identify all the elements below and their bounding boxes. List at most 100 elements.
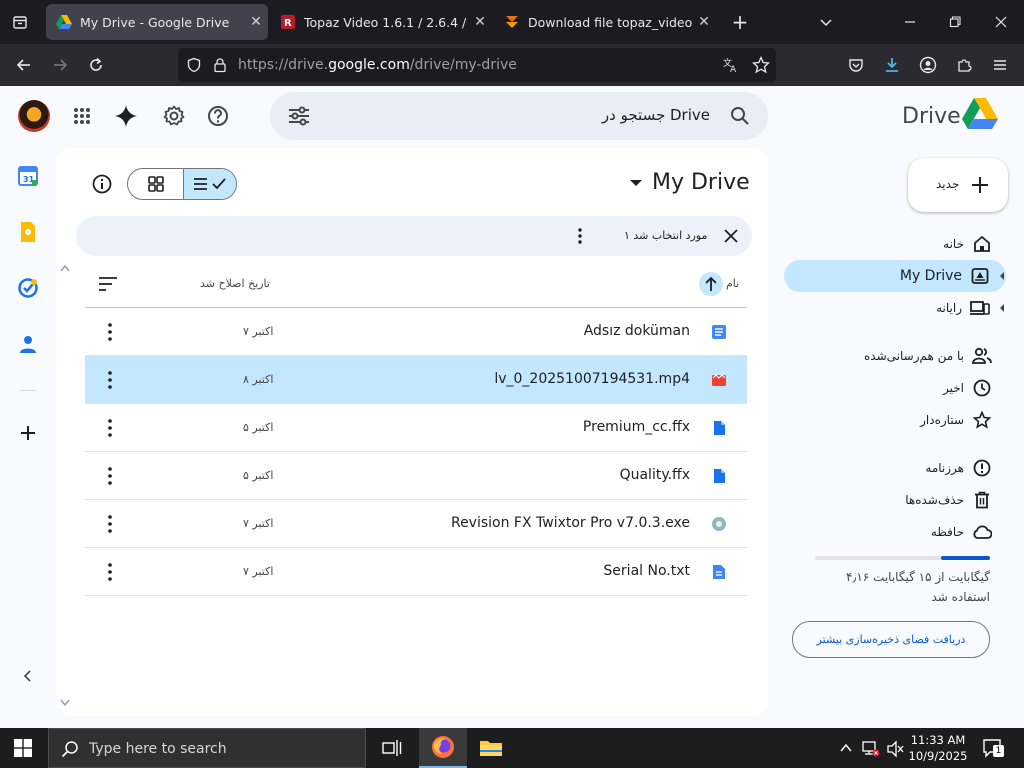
calendar-icon[interactable]: 31 [16,164,40,188]
search-bar[interactable]: جستجو در Drive [270,92,768,140]
sidebar-item-starred[interactable]: ستاره‌دار [784,404,1008,436]
task-view-icon[interactable] [368,728,416,768]
bookmark-star-icon[interactable] [752,56,770,74]
notifications-icon[interactable]: 1 [982,738,1004,758]
sidebar-item-trash[interactable]: حذف‌شده‌ها [784,484,1008,516]
keep-icon[interactable] [16,220,40,244]
tab-list-icon[interactable] [8,10,32,34]
more-actions-icon[interactable] [107,514,113,534]
new-tab-icon[interactable]: + [728,10,752,34]
gemini-sparkle-icon[interactable] [112,102,140,130]
file-name[interactable]: Serial No.txt [603,563,690,579]
search-input[interactable]: جستجو در Drive [602,106,710,124]
expand-caret-icon[interactable] [1000,304,1004,312]
new-button[interactable]: جدید [908,158,1008,212]
table-row[interactable]: ۸ اکتبر lv_0_20251007194531.mp4 [85,356,747,404]
info-icon[interactable] [92,174,114,196]
expand-caret-icon[interactable] [1000,272,1004,280]
more-actions-icon[interactable] [107,466,113,486]
tab-download-file[interactable]: Download file topaz_video_ai_3 ✕ [494,4,716,40]
sort-direction-button[interactable] [699,272,723,296]
downloads-icon[interactable] [880,53,904,77]
back-icon[interactable] [12,53,36,77]
sidebar-item-recent[interactable]: اخیر [784,372,1008,404]
more-actions-icon[interactable] [107,562,113,582]
file-name[interactable]: lv_0_20251007194531.mp4 [494,371,690,387]
table-row[interactable]: ۷ اکتبر Serial No.txt [85,548,747,596]
get-more-storage-button[interactable]: دریافت فضای ذخیره‌سازی بیشتر [792,621,990,658]
close-tab-icon[interactable]: ✕ [468,14,492,30]
column-header-name[interactable]: نام [726,277,739,290]
reload-icon[interactable] [84,53,108,77]
google-drive-logo-icon[interactable] [962,98,998,130]
restore-icon[interactable] [943,10,967,34]
volume-muted-icon[interactable] [886,740,904,758]
menu-icon[interactable] [988,53,1012,77]
pocket-icon[interactable] [844,53,868,77]
close-tab-icon[interactable]: ✕ [244,14,268,30]
tab-title: Download file topaz_video_ai_3 [528,14,692,30]
browser-nav-bar: https://drive.google.com/drive/my-drive … [0,44,1024,86]
sidebar-item-shared-with-me[interactable]: با من هم‌رسانی‌شده [784,340,1008,372]
chevron-down-icon[interactable] [814,10,838,34]
table-row[interactable]: ۷ اکتبر Revision FX Twixtor Pro v7.0.3.e… [85,500,747,548]
settings-gear-icon[interactable] [160,102,188,130]
sidebar-item-computers[interactable]: رایانه [784,292,1006,324]
sidebar-item-storage[interactable]: حافظه [784,516,1008,548]
tab-topaz-video[interactable]: R Topaz Video 1.6.1 / 2.6.4 / 3.0.1 ✕ [270,4,492,40]
title-dropdown-icon[interactable] [630,180,642,186]
more-actions-icon[interactable] [107,322,113,342]
scroll-down-icon[interactable] [59,698,71,708]
search-options-icon[interactable] [288,106,310,126]
close-tab-icon[interactable]: ✕ [692,14,716,30]
file-explorer-icon[interactable] [467,728,515,768]
list-view-button[interactable] [183,169,236,199]
sidebar-item-label: حذف‌شده‌ها [905,493,964,507]
modified-date: ۷ اکتبر [243,517,274,530]
sidebar-item-home[interactable]: خانه [784,228,1008,260]
apps-grid-icon[interactable] [68,102,96,130]
modified-date: ۷ اکتبر [243,325,274,338]
windows-start-icon[interactable] [14,739,32,757]
help-icon[interactable] [204,102,232,130]
table-row[interactable]: ۷ اکتبر Adsız doküman [85,308,747,356]
file-name[interactable]: Quality.ffx [620,467,690,483]
file-name[interactable]: Adsız doküman [584,323,690,339]
table-row[interactable]: ۵ اکتبر Quality.ffx [85,452,747,500]
collapse-panel-icon[interactable] [16,664,40,688]
extensions-icon[interactable] [952,53,976,77]
url-bar[interactable]: https://drive.google.com/drive/my-drive … [178,48,776,82]
chevron-up-icon[interactable] [838,740,854,756]
file-name[interactable]: Revision FX Twixtor Pro v7.0.3.exe [451,515,690,531]
contacts-icon[interactable] [16,332,40,356]
more-actions-icon[interactable] [577,228,583,244]
tab-my-drive[interactable]: My Drive - Google Drive ✕ [46,4,268,40]
scroll-up-icon[interactable] [59,263,71,273]
search-icon[interactable] [730,106,750,126]
sort-options-icon[interactable] [98,276,118,292]
account-icon[interactable] [916,53,940,77]
taskbar-search-input[interactable]: Type here to search [48,728,366,768]
sidebar-item-my-drive[interactable]: My Drive [784,260,1006,292]
shield-icon[interactable] [186,57,202,73]
column-header-modified[interactable]: تاریخ اصلاح شد [200,277,270,290]
system-clock[interactable]: 11:33 AM 10/9/2025 [906,732,970,764]
sidebar-item-spam[interactable]: هرزنامه [784,452,1008,484]
minimize-icon[interactable] [898,10,922,34]
table-row[interactable]: ۵ اکتبر Premium_cc.ffx [85,404,747,452]
tasks-icon[interactable] [16,276,40,300]
clear-selection-icon[interactable] [724,229,738,243]
firefox-taskbar-icon[interactable] [419,728,467,768]
avatar[interactable] [18,100,50,132]
close-window-icon[interactable] [989,10,1013,34]
add-app-icon[interactable] [16,421,40,445]
lock-icon[interactable] [212,57,228,73]
grid-view-button[interactable] [128,169,183,199]
more-actions-icon[interactable] [107,370,113,390]
forward-icon[interactable] [48,53,72,77]
page-title[interactable]: My Drive [652,170,750,195]
network-icon[interactable] [862,740,880,758]
translate-icon[interactable]: 文A [722,56,740,74]
more-actions-icon[interactable] [107,418,113,438]
file-name[interactable]: Premium_cc.ffx [583,419,690,435]
